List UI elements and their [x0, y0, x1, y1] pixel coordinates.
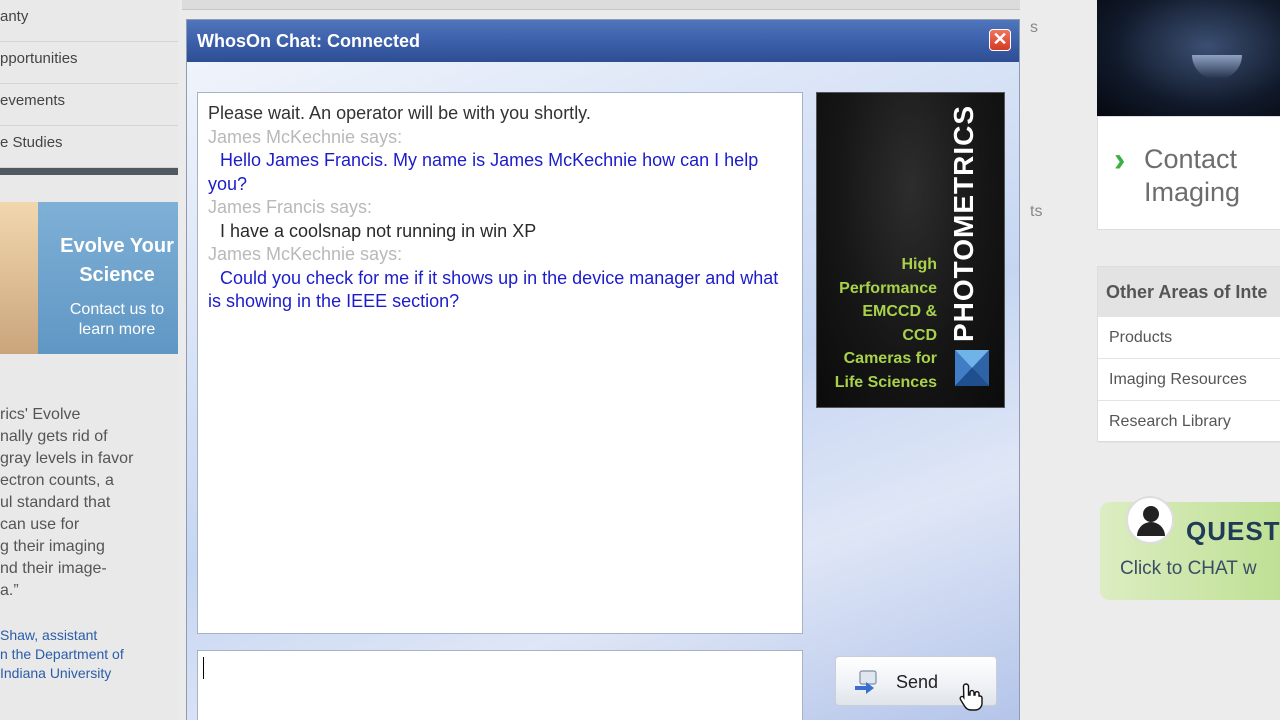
- ad-tagline-line: High: [901, 256, 937, 273]
- area-link-research-library[interactable]: Research Library: [1098, 401, 1280, 443]
- chat-question-widget[interactable]: QUEST Click to CHAT w: [1100, 496, 1280, 600]
- bg-text-fragment: s: [1030, 19, 1038, 36]
- visitor-message: I have a coolsnap not running in win XP: [220, 220, 537, 241]
- send-icon: [855, 670, 877, 694]
- ad-tagline: High Performance EMCCD & CCD Cameras for…: [825, 253, 937, 394]
- promo-subtitle: Contact us to learn more: [69, 301, 165, 338]
- ad-brand: PHOTOMETRICS: [948, 104, 979, 342]
- quote-line: ectron counts, a: [0, 472, 114, 489]
- bg-text-fragment: ts: [1030, 203, 1043, 220]
- quote-line: g their imaging: [0, 538, 105, 555]
- area-link-products[interactable]: Products: [1098, 317, 1280, 359]
- system-message: Please wait. An operator will be with yo…: [208, 103, 591, 123]
- other-areas-panel: Other Areas of Inte Products Imaging Res…: [1097, 266, 1280, 443]
- bg-nav-item[interactable]: pportunities: [0, 42, 178, 84]
- chat-transcript[interactable]: Please wait. An operator will be with yo…: [197, 92, 803, 634]
- question-subtitle: Click to CHAT w: [1120, 558, 1257, 579]
- mouse-pointer-icon: [959, 683, 983, 711]
- microscope-photo: [1097, 0, 1280, 116]
- attribution-line: n the Department of: [0, 646, 124, 662]
- ad-tagline-line: Cameras for: [843, 350, 937, 367]
- background-middle-column: s ts: [1020, 0, 1065, 720]
- quote-line: nd their image-: [0, 560, 107, 577]
- question-title: QUEST: [1186, 516, 1280, 546]
- quote-line: a.”: [0, 582, 19, 599]
- operator-message: Could you check for me if it shows up in…: [208, 267, 779, 312]
- chevron-right-icon: ›: [1114, 141, 1126, 179]
- speaker-label: James McKechnie says:: [208, 244, 403, 264]
- bg-top-strip: [182, 0, 1024, 10]
- user-avatar-icon: [1126, 496, 1174, 544]
- photometrics-logo-icon: [955, 350, 989, 386]
- area-link-imaging-resources[interactable]: Imaging Resources: [1098, 359, 1280, 401]
- quote-line: can use for: [0, 516, 80, 533]
- quote-line: nally gets rid of: [0, 428, 108, 445]
- quote-line: ul standard that: [0, 494, 111, 511]
- ad-tagline-line: Life Sciences: [834, 373, 937, 391]
- send-label: Send: [896, 672, 939, 692]
- quote-line: gray levels in favor: [0, 450, 134, 467]
- background-right-column: › Contact Imaging Other Areas of Inte Pr…: [1065, 0, 1280, 720]
- promo-image: [0, 202, 38, 354]
- contact-text: Contact Imaging: [1144, 143, 1240, 209]
- testimonial-quote: rics' Evolve nally gets rid of gray leve…: [0, 404, 178, 602]
- chat-titlebar[interactable]: WhosOn Chat: Connected ✕: [187, 20, 1019, 62]
- testimonial-attribution[interactable]: Shaw, assistant n the Department of Indi…: [0, 626, 178, 683]
- contact-line: Imaging: [1144, 177, 1241, 207]
- ad-tagline-line: EMCCD &: [862, 303, 937, 320]
- operator-message: Hello James Francis. My name is James Mc…: [208, 150, 759, 194]
- speaker-label: James Francis says:: [208, 197, 373, 217]
- quote-line: rics' Evolve: [0, 406, 81, 423]
- bg-nav-item[interactable]: anty: [0, 0, 178, 42]
- bg-divider: [0, 168, 178, 175]
- message-input[interactable]: [197, 650, 803, 720]
- contact-imaging-link[interactable]: › Contact Imaging: [1097, 116, 1280, 230]
- background-left-column: anty pportunities evements e Studies Evo…: [0, 0, 178, 720]
- chat-window: WhosOn Chat: Connected ✕ Please wait. An…: [186, 19, 1020, 720]
- ad-tagline-line: Performance: [839, 279, 937, 297]
- bg-nav-item[interactable]: evements: [0, 84, 178, 126]
- other-areas-heading: Other Areas of Inte: [1098, 267, 1280, 317]
- evolve-promo-banner[interactable]: Evolve Your Science Contact us to learn …: [0, 202, 178, 354]
- speaker-label: James McKechnie says:: [208, 126, 403, 147]
- close-button[interactable]: ✕: [989, 29, 1011, 51]
- promo-title: Evolve Your Science: [60, 235, 174, 286]
- chat-title: WhosOn Chat: Connected: [197, 31, 420, 51]
- attribution-line: Shaw, assistant: [0, 627, 98, 643]
- text-caret: [203, 657, 204, 679]
- attribution-line: Indiana University: [0, 665, 112, 681]
- ad-tagline-line: CCD: [902, 326, 937, 344]
- photometrics-ad[interactable]: PHOTOMETRICS High Performance EMCCD & CC…: [816, 92, 1005, 408]
- close-icon: ✕: [992, 29, 1008, 49]
- bg-nav-item[interactable]: e Studies: [0, 126, 178, 168]
- contact-line: Contact: [1144, 144, 1238, 174]
